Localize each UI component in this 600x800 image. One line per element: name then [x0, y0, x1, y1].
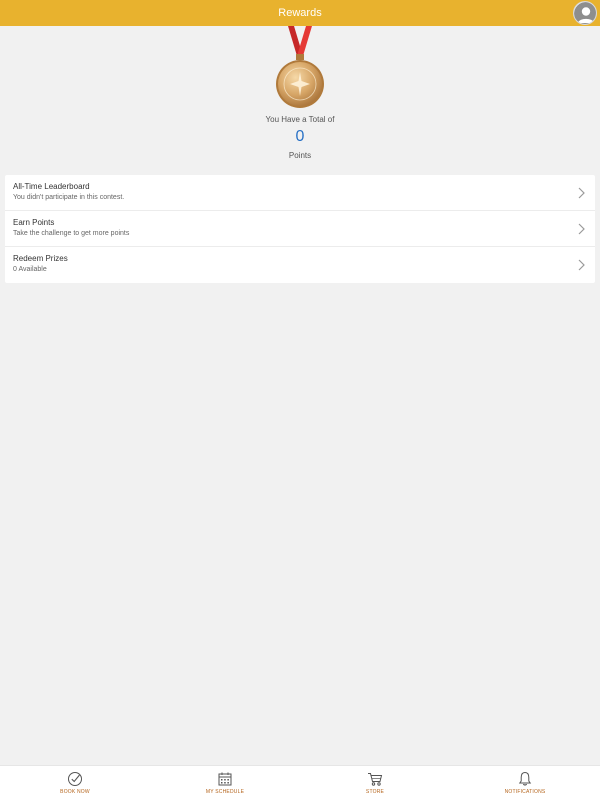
tab-store[interactable]: STORE [300, 766, 450, 800]
points-caption: You Have a Total of [265, 115, 335, 124]
check-circle-icon [68, 772, 82, 786]
chevron-right-icon [578, 259, 585, 271]
leaderboard-item[interactable]: All-Time Leaderboard You didn't particip… [5, 175, 595, 211]
menu-item-subtitle: You didn't participate in this contest. [13, 194, 125, 201]
calendar-icon [218, 772, 232, 786]
tab-label: STORE [365, 789, 385, 795]
chevron-right-icon [578, 187, 585, 199]
page-title: Rewards [278, 7, 322, 19]
menu-item-subtitle: 0 Available [13, 266, 47, 273]
tab-label: NOTIFICATIONS [504, 789, 546, 795]
user-avatar-icon[interactable] [573, 1, 597, 25]
tab-book-now[interactable]: BOOK NOW [0, 766, 150, 800]
menu-item-title: Earn Points [13, 218, 55, 227]
earn-points-item[interactable]: Earn Points Take the challenge to get mo… [5, 211, 595, 247]
tab-my-schedule[interactable]: MY SCHEDULE [150, 766, 300, 800]
top-bar: Rewards [0, 0, 600, 26]
rewards-menu: All-Time Leaderboard You didn't particip… [5, 175, 595, 283]
points-unit-label: Points [288, 151, 312, 160]
medal-icon [270, 26, 330, 112]
bottom-tab-bar: BOOK NOW MY SCHEDULE STORE NOTIFICATIONS [0, 765, 600, 800]
menu-item-title: Redeem Prizes [13, 254, 68, 263]
tab-label: BOOK NOW [60, 789, 90, 795]
redeem-prizes-item[interactable]: Redeem Prizes 0 Available [5, 247, 595, 283]
cart-icon [368, 773, 383, 786]
points-value: 0 [295, 128, 305, 145]
chevron-right-icon [578, 223, 585, 235]
menu-item-subtitle: Take the challenge to get more points [13, 230, 130, 237]
bell-icon [518, 771, 532, 786]
tab-notifications[interactable]: NOTIFICATIONS [450, 766, 600, 800]
menu-item-title: All-Time Leaderboard [13, 182, 90, 191]
tab-label: MY SCHEDULE [205, 789, 245, 795]
